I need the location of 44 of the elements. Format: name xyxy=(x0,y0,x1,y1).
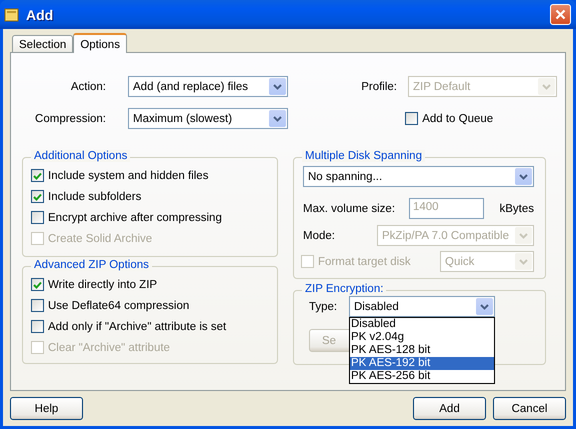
checkbox-label: Add to Queue xyxy=(422,112,494,124)
checkbox-label: Add only if "Archive" attribute is set xyxy=(48,320,226,332)
field-label: Compression: xyxy=(34,112,106,124)
field-label: Action: xyxy=(70,80,106,92)
checkbox-label: Include system and hidden files xyxy=(48,170,208,182)
encryption-type-dropdown[interactable]: Disabled xyxy=(349,296,495,317)
checkbox[interactable] xyxy=(31,211,44,224)
checkbox[interactable] xyxy=(31,190,44,203)
group-title: Advanced ZIP Options xyxy=(31,259,152,271)
checkbox-label: Include subfolders xyxy=(48,190,142,202)
dropdown-option[interactable]: Disabled xyxy=(350,318,494,331)
help-button[interactable]: Help xyxy=(10,397,83,420)
unit-label: kBytes xyxy=(499,202,534,214)
checkbox-label: Use Deflate64 compression xyxy=(48,300,190,312)
checkbox-label: Write directly into ZIP xyxy=(48,278,158,290)
checkbox-label: Clear "Archive" attribute xyxy=(48,342,170,354)
action-dropdown[interactable]: Add (and replace) files xyxy=(128,76,288,97)
tab[interactable]: Options xyxy=(73,33,127,53)
checkbox[interactable] xyxy=(405,112,418,125)
add-button[interactable]: Add xyxy=(413,397,486,420)
group-title: ZIP Encryption: xyxy=(302,283,386,295)
field-label: Type: xyxy=(309,300,338,312)
field-label: Profile: xyxy=(361,80,397,92)
checkbox-label: Format target disk xyxy=(318,256,411,268)
checkbox[interactable] xyxy=(31,169,44,182)
spanning-dropdown[interactable]: No spanning... xyxy=(303,166,534,187)
field-label: Mode: xyxy=(303,230,336,242)
group-title: Multiple Disk Spanning xyxy=(302,150,425,162)
checkbox-label: Create Solid Archive xyxy=(48,232,152,244)
dropdown-option[interactable]: PK AES-256 bit xyxy=(350,370,494,383)
checkbox[interactable] xyxy=(31,278,44,291)
checkbox[interactable] xyxy=(31,320,44,333)
compression-dropdown[interactable]: Maximum (slowest) xyxy=(128,108,288,129)
tab[interactable]: Selection xyxy=(12,35,74,52)
close-icon xyxy=(555,9,566,20)
cancel-button[interactable]: Cancel xyxy=(493,397,566,420)
group-title: Additional Options xyxy=(31,150,130,162)
checkbox-label: Encrypt archive after compressing xyxy=(48,212,222,224)
close-button[interactable] xyxy=(550,4,571,25)
checkbox[interactable] xyxy=(31,299,44,312)
app-icon xyxy=(4,6,20,22)
dropdown-option[interactable]: PK AES-192 bit xyxy=(350,357,494,370)
window-title: Add xyxy=(26,6,54,22)
field-label: Max. volume size: xyxy=(303,202,396,214)
